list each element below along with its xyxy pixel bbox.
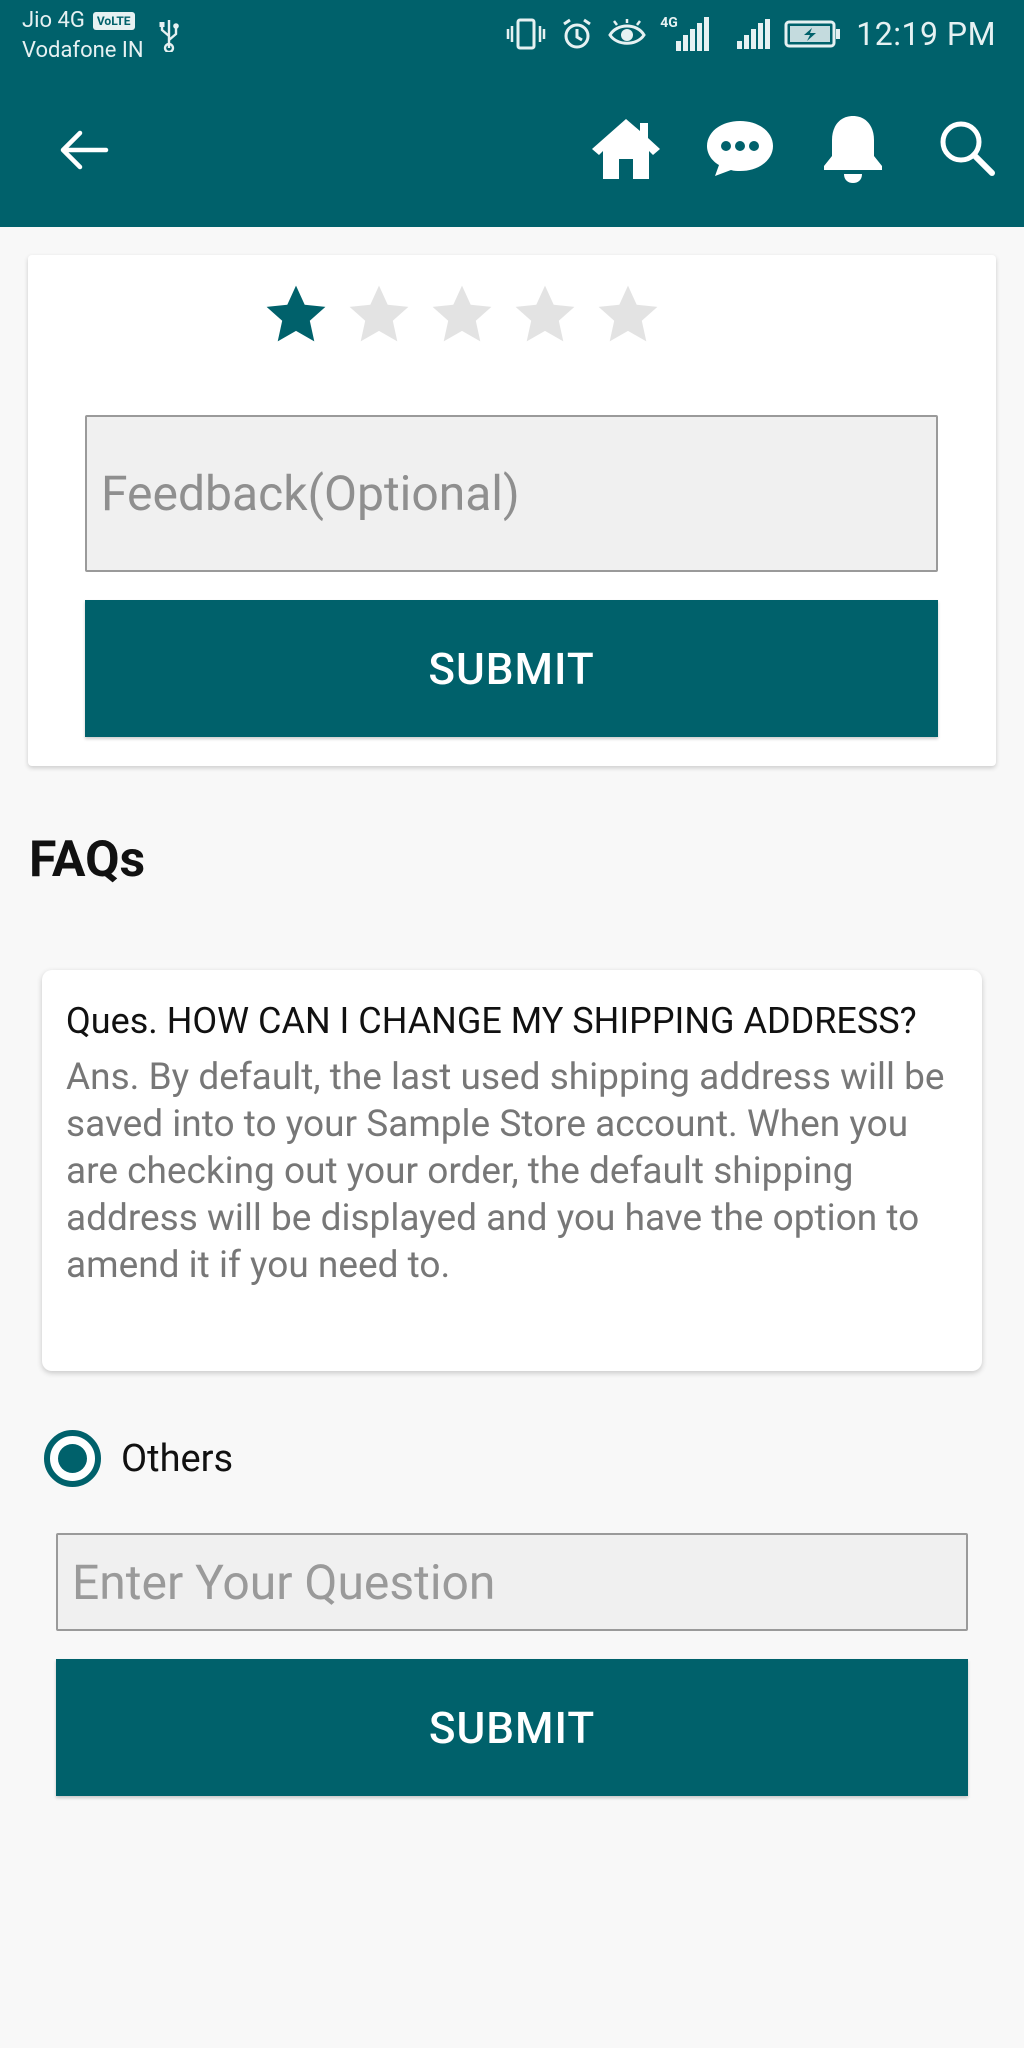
radio-selected-dot xyxy=(58,1444,87,1473)
chat-button[interactable] xyxy=(700,108,780,188)
top-bar: Jio 4G VoLTE Vodafone IN 4G 12:19 PM xyxy=(0,0,1024,227)
search-button[interactable] xyxy=(927,108,1007,188)
status-time: 12:19 PM xyxy=(856,15,996,53)
faq-title: FAQs xyxy=(29,831,146,889)
star-rating[interactable] xyxy=(260,279,664,351)
faq-answer: Ans. By default, the last used shipping … xyxy=(66,1056,945,1287)
faq-question: Ques. HOW CAN I CHANGE MY SHIPPING ADDRE… xyxy=(66,1000,917,1042)
search-icon xyxy=(940,121,995,176)
star-icon-5[interactable] xyxy=(592,279,664,351)
carrier-1: Jio 4G xyxy=(22,8,85,33)
home-button[interactable] xyxy=(586,108,666,188)
star-icon-2[interactable] xyxy=(343,279,415,351)
rating-card: SUBMIT xyxy=(28,255,996,766)
faq-card: Ques. HOW CAN I CHANGE MY SHIPPING ADDRE… xyxy=(42,970,982,1371)
others-label: Others xyxy=(121,1436,234,1481)
vibrate-icon xyxy=(507,18,546,50)
question-submit-button[interactable]: SUBMIT xyxy=(56,1659,968,1796)
carrier-2: Vodafone IN xyxy=(22,38,144,63)
bell-icon xyxy=(824,116,882,183)
star-icon-4[interactable] xyxy=(509,279,581,351)
status-right: 4G 12:19 PM xyxy=(506,14,996,54)
eye-icon xyxy=(608,19,647,45)
status-left: Jio 4G VoLTE Vodafone IN xyxy=(22,6,144,66)
usb-icon xyxy=(159,20,179,52)
signal-icon xyxy=(737,19,771,49)
back-button[interactable] xyxy=(56,122,112,178)
others-radio[interactable]: Others xyxy=(44,1430,233,1487)
star-icon-3[interactable] xyxy=(426,279,498,351)
app-root: Jio 4G VoLTE Vodafone IN 4G 12:19 PM Fee… xyxy=(0,0,1024,2048)
back-arrow-icon xyxy=(60,130,109,170)
question-input[interactable] xyxy=(56,1533,968,1631)
feedback-input[interactable] xyxy=(85,415,938,572)
notifications-button[interactable] xyxy=(813,108,893,188)
rating-submit-button[interactable]: SUBMIT xyxy=(85,600,938,737)
signal-4g-icon: 4G xyxy=(660,15,710,51)
battery-icon xyxy=(784,20,841,48)
home-icon xyxy=(592,119,660,179)
star-icon-1[interactable] xyxy=(260,279,332,351)
chat-icon xyxy=(707,121,773,176)
radio-button[interactable] xyxy=(44,1430,101,1487)
volte-badge: VoLTE xyxy=(92,12,135,30)
alarm-icon xyxy=(563,18,592,49)
